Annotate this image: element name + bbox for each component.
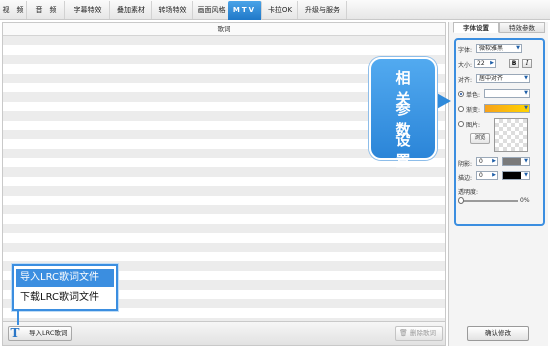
menu-item-download-lrc[interactable]: 下载LRC歌词文件 xyxy=(16,289,114,307)
chevron-down-icon: ▼ xyxy=(516,45,520,51)
lyrics-row[interactable] xyxy=(3,214,445,224)
shadow-size-select[interactable]: 0 ▶ xyxy=(476,157,498,166)
callout-bubble: 相关 参数 设置 xyxy=(369,57,437,170)
image-radio[interactable] xyxy=(458,121,464,127)
tab-upgrade-service[interactable]: 升级与服务 xyxy=(299,1,347,19)
font-label: 字体: xyxy=(458,47,473,54)
tab-overlay-materials[interactable]: 叠加素材 xyxy=(111,1,152,19)
delete-lyrics-label: 删除歌词 xyxy=(410,329,436,337)
opacity-value: 0% xyxy=(520,197,530,204)
font-value: 微软雅黑 xyxy=(479,45,504,52)
popup-connector xyxy=(17,311,19,325)
opacity-slider-handle[interactable] xyxy=(458,197,464,204)
size-select[interactable]: 22 ▶ xyxy=(474,59,496,68)
bold-button[interactable]: B xyxy=(509,59,519,68)
tab-video[interactable]: 视 频 xyxy=(0,1,27,19)
size-label: 大小: xyxy=(458,62,473,69)
chevron-down-icon: ▼ xyxy=(524,90,528,96)
trash-icon: 🗑 xyxy=(399,329,408,337)
right-settings-panel: 字体设置 特效参数 字体: 微软雅黑 ▼ 大小: 22 ▶ B I 对齐: 居中对齐… xyxy=(448,22,548,346)
lyrics-row[interactable] xyxy=(3,195,445,206)
chevron-right-icon: ▶ xyxy=(490,60,494,66)
menu-item-import-lrc[interactable]: 导入LRC歌词文件 xyxy=(16,269,114,287)
shadow-value: 0 xyxy=(479,158,483,165)
chevron-right-icon: ▶ xyxy=(492,172,496,178)
shadow-color-picker[interactable]: ▼ xyxy=(502,157,530,166)
right-panel-tabs: 字体设置 特效参数 xyxy=(449,22,549,33)
gradient-radio[interactable] xyxy=(458,106,464,112)
tab-mtv[interactable]: MTV xyxy=(228,1,262,20)
lyrics-row[interactable] xyxy=(3,186,445,196)
shadow-label: 阴影: xyxy=(458,161,473,168)
top-tab-bar: 视 频 音 频 字幕特效 叠加素材 转场特效 画面风格 MTV 卡拉OK 升级与… xyxy=(0,0,550,20)
single-color-radio[interactable] xyxy=(458,91,464,97)
opacity-label: 透明度: xyxy=(458,189,479,196)
single-color-picker[interactable]: ▼ xyxy=(484,89,530,98)
outline-color-picker[interactable]: ▼ xyxy=(502,171,530,180)
opacity-slider-track[interactable] xyxy=(460,200,518,202)
bottom-toolbar: 导入LRC歌词 🗑 删除歌词 xyxy=(2,322,446,346)
tab-subtitle-effects[interactable]: 字幕特效 xyxy=(66,1,110,19)
single-color-label: 单色: xyxy=(466,92,481,99)
chevron-down-icon: ▼ xyxy=(524,158,528,164)
confirm-changes-button[interactable]: 确认修改 xyxy=(467,326,529,341)
chevron-right-icon: ▶ xyxy=(492,158,496,164)
lyrics-row[interactable] xyxy=(3,242,445,252)
size-value: 22 xyxy=(477,60,485,67)
lyrics-row[interactable] xyxy=(3,233,445,243)
tab-picture-style[interactable]: 画面风格 xyxy=(194,1,230,19)
outline-label: 描边: xyxy=(458,175,473,182)
lyrics-row[interactable] xyxy=(3,205,445,215)
import-popup-menu: 导入LRC歌词文件 下载LRC歌词文件 xyxy=(12,264,118,311)
tab-transition-effects[interactable]: 转场特效 xyxy=(153,1,193,19)
font-select[interactable]: 微软雅黑 ▼ xyxy=(476,44,522,53)
chevron-down-icon: ▼ xyxy=(524,105,528,111)
chevron-down-icon: ▼ xyxy=(524,172,528,178)
lyrics-row[interactable] xyxy=(3,45,445,55)
chevron-down-icon: ▼ xyxy=(524,75,528,81)
align-value: 居中对齐 xyxy=(479,75,504,82)
lyrics-column-header: 歌词 xyxy=(3,23,445,36)
image-label: 图片: xyxy=(466,122,481,129)
tab-font-settings[interactable]: 字体设置 xyxy=(453,22,499,33)
tab-audio[interactable]: 音 频 xyxy=(28,1,65,19)
italic-button[interactable]: I xyxy=(522,59,532,68)
tab-karaoke[interactable]: 卡拉OK xyxy=(263,1,298,19)
outline-value: 0 xyxy=(479,172,483,179)
delete-lyrics-button[interactable]: 🗑 删除歌词 xyxy=(395,326,443,341)
align-label: 对齐: xyxy=(458,77,473,84)
lyrics-row[interactable] xyxy=(3,223,445,234)
font-settings-group: 字体: 微软雅黑 ▼ 大小: 22 ▶ B I 对齐: 居中对齐 ▼ 单色: ▼ 渐变… xyxy=(454,38,545,226)
image-preview xyxy=(494,118,528,152)
browse-button[interactable]: 浏览 xyxy=(470,133,490,144)
lyrics-row[interactable] xyxy=(3,251,445,262)
outline-size-select[interactable]: 0 ▶ xyxy=(476,171,498,180)
gradient-picker[interactable]: ▼ xyxy=(484,104,530,113)
tab-effect-params[interactable]: 特效参数 xyxy=(499,22,545,33)
lyrics-row[interactable] xyxy=(3,36,445,46)
gradient-label: 渐变: xyxy=(466,107,481,114)
lyrics-row[interactable] xyxy=(3,176,445,187)
text-t-icon: T xyxy=(10,326,20,340)
align-select[interactable]: 居中对齐 ▼ xyxy=(476,74,530,83)
callout-line-3: 设置 xyxy=(395,131,423,170)
